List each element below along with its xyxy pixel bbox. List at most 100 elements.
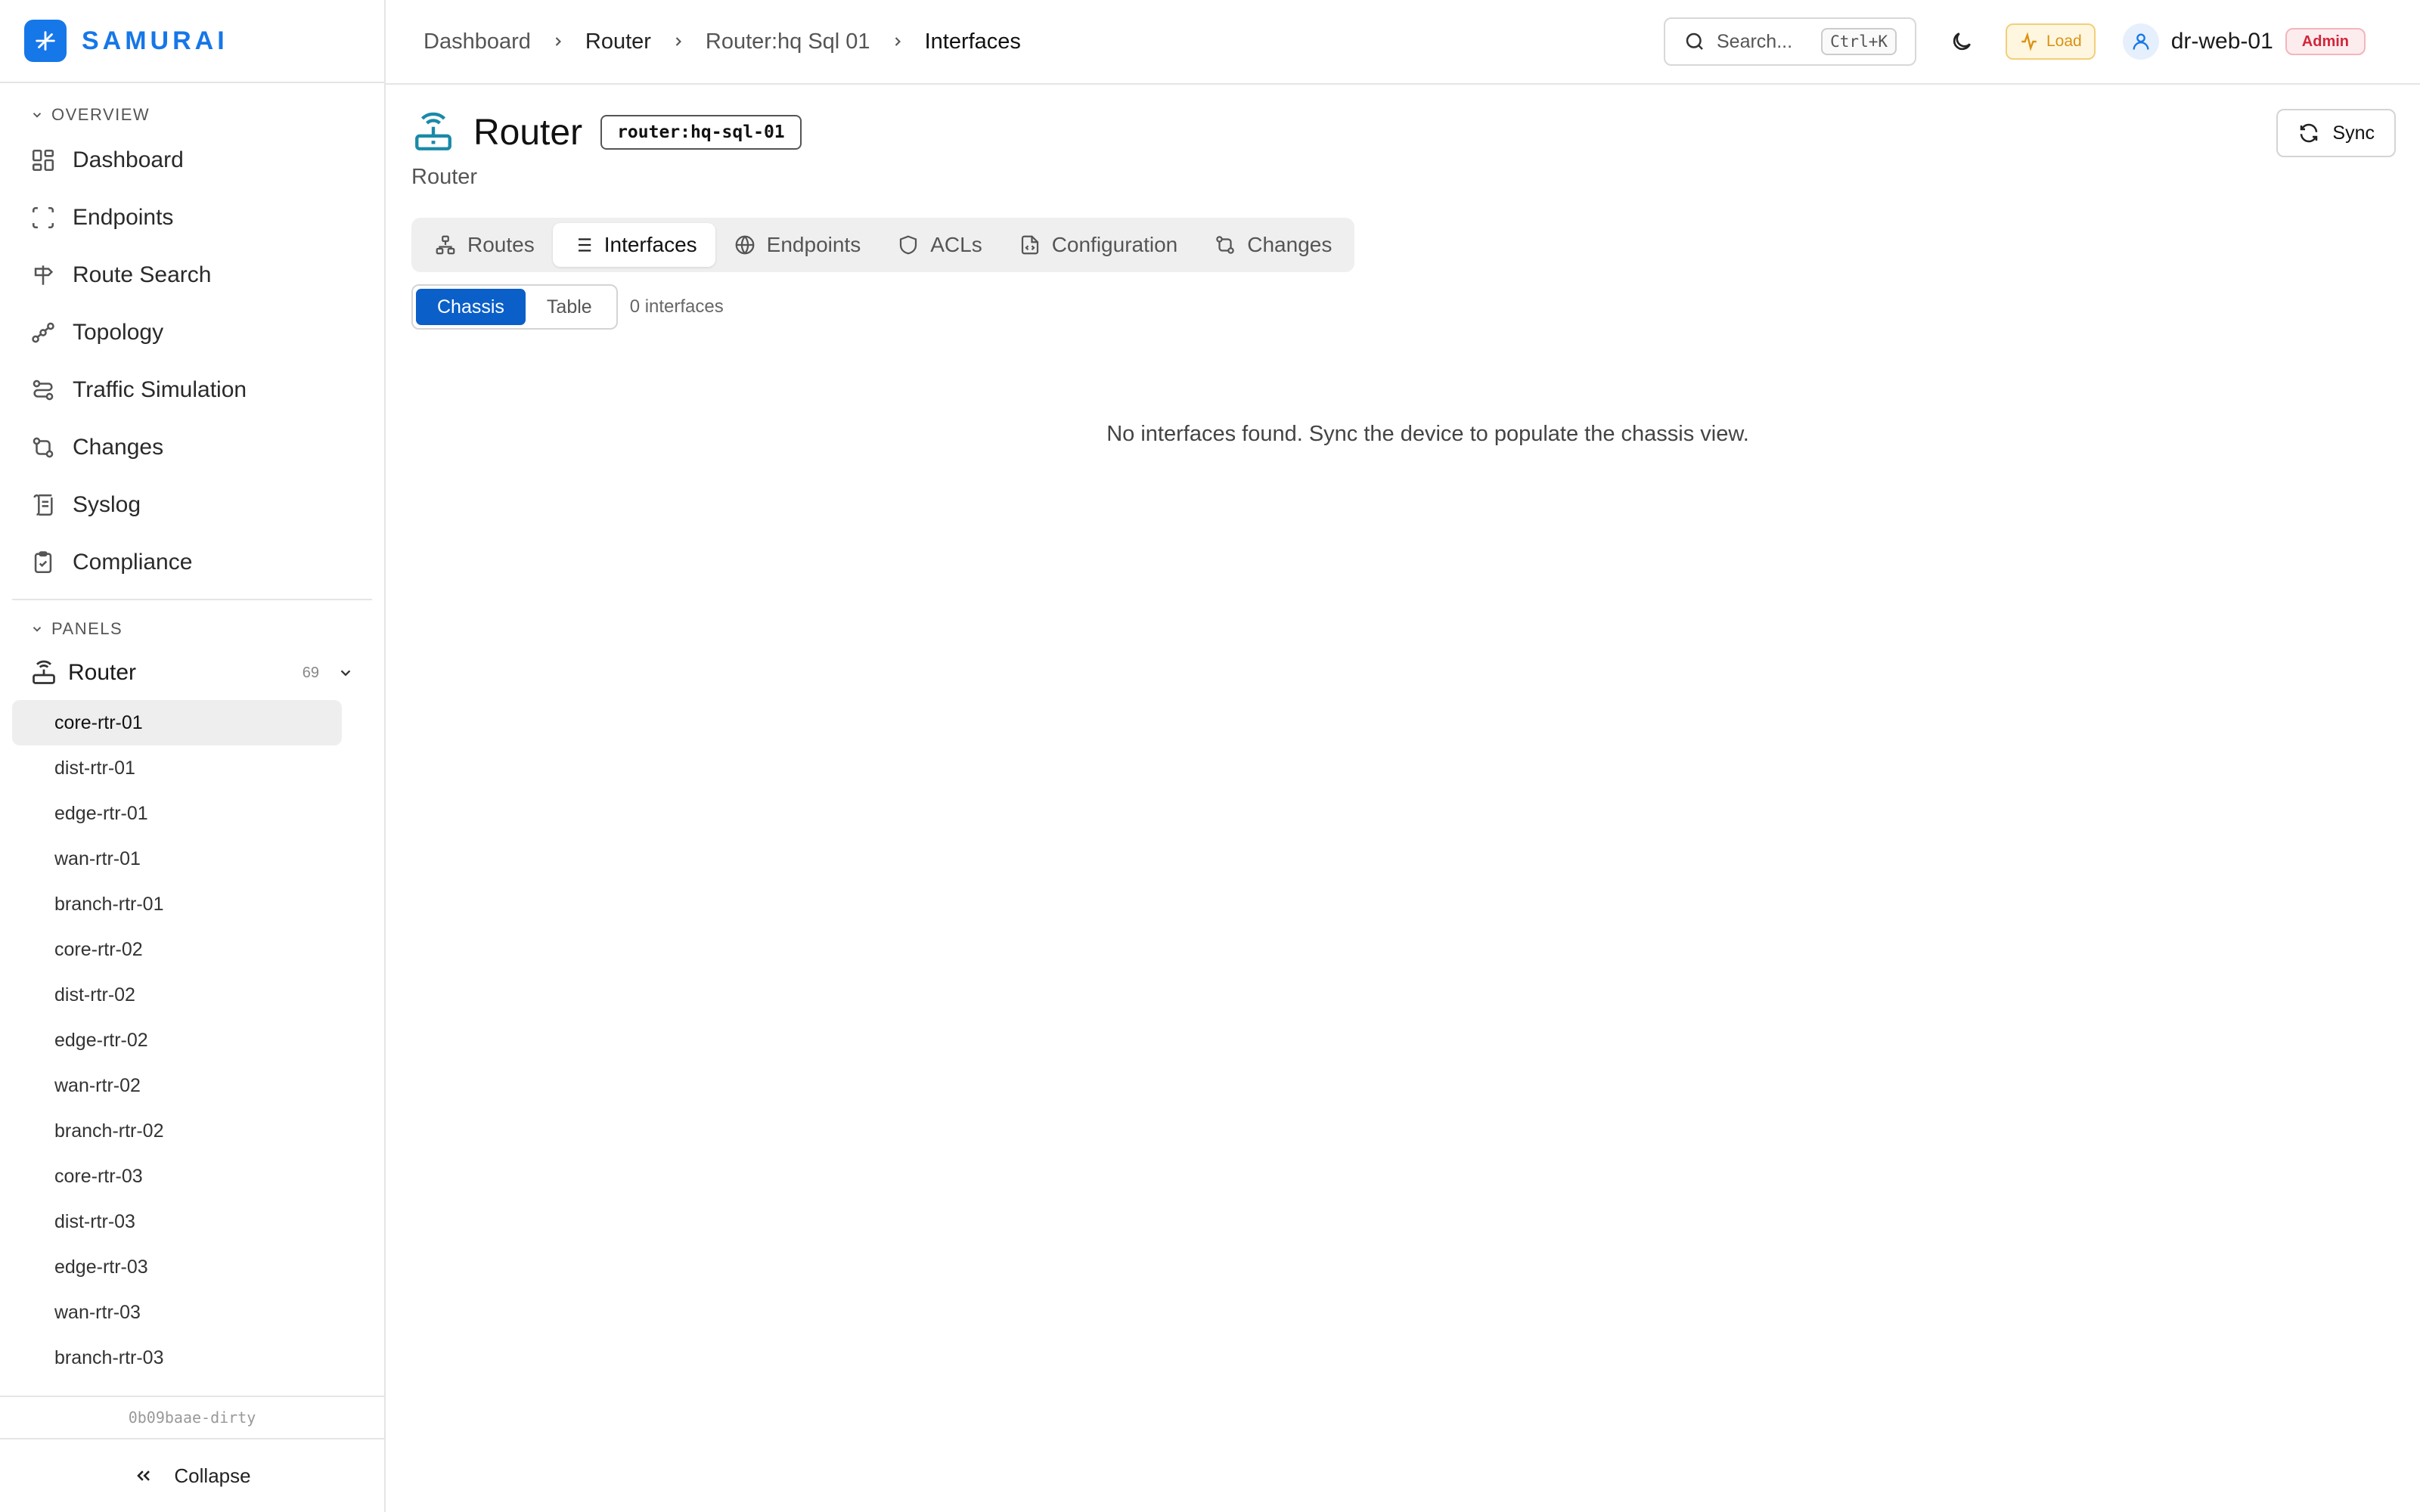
chevron-down-icon	[33, 113, 42, 118]
router-list-item[interactable]: branch-rtr-01	[12, 881, 342, 927]
chevron-right-icon	[551, 34, 566, 49]
scroll-icon	[33, 494, 53, 516]
file-code-icon	[1021, 235, 1038, 255]
router-list-item[interactable]: edge-rtr-03	[12, 1244, 342, 1290]
tab-label: ACLs	[930, 233, 982, 256]
panel-router-toggle[interactable]: Router 69	[0, 646, 384, 700]
tab-acls[interactable]: ACLs	[879, 223, 1000, 267]
chevron-right-icon	[890, 34, 905, 49]
sidebar-item-label: Traffic Simulation	[73, 377, 247, 402]
section-overview-label: OVERVIEW	[51, 105, 150, 124]
tab-changes[interactable]: Changes	[1196, 223, 1350, 267]
router-list-item[interactable]: edge-rtr-01	[12, 791, 342, 836]
sidebar-item-syslog[interactable]: Syslog	[0, 476, 384, 534]
brand-name: SAMURAI	[82, 26, 228, 55]
build-version: 0b09baae-dirty	[0, 1396, 384, 1438]
load-label: Load	[2046, 33, 2082, 50]
section-panels-label: PANELS	[51, 619, 123, 638]
tab-routes[interactable]: Routes	[416, 223, 553, 267]
username[interactable]: dr-web-01	[2171, 29, 2273, 54]
search-input[interactable]: Search... Ctrl+K	[1664, 17, 1916, 66]
list-icon	[573, 238, 591, 252]
router-list-item[interactable]: dist-rtr-03	[12, 1199, 342, 1244]
avatar[interactable]	[2122, 23, 2159, 60]
sync-button[interactable]: Sync	[2276, 109, 2396, 157]
panel-router-count: 69	[302, 664, 319, 681]
sidebar-item-traffic-simulation[interactable]: Traffic Simulation	[0, 361, 384, 419]
sidebar: SAMURAI OVERVIEW Dashboard Endpoints Rou…	[0, 0, 386, 1512]
view-toolbar: Chassis Table 0 interfaces	[411, 284, 724, 330]
breadcrumb-item-dashboard[interactable]: Dashboard	[424, 29, 531, 54]
empty-state-message: No interfaces found. Sync the device to …	[1106, 422, 1749, 446]
router-list-item[interactable]: core-rtr-01	[12, 700, 342, 745]
section-overview-toggle[interactable]: OVERVIEW	[0, 98, 384, 132]
role-badge: Admin	[2285, 28, 2366, 55]
sidebar-item-route-search[interactable]: Route Search	[0, 246, 384, 304]
router-list-item[interactable]: wan-rtr-02	[12, 1063, 342, 1108]
collapse-sidebar-button[interactable]: Collapse	[0, 1438, 384, 1512]
sidebar-item-label: Endpoints	[73, 205, 174, 230]
device-id-chip: router:hq-sql-01	[600, 115, 802, 150]
view-chassis-button[interactable]: Chassis	[416, 289, 526, 325]
sidebar-item-topology[interactable]: Topology	[0, 304, 384, 361]
page-subtitle: Router	[411, 165, 478, 189]
tab-interfaces[interactable]: Interfaces	[552, 223, 715, 267]
brand[interactable]: SAMURAI	[0, 0, 384, 83]
sync-label: Sync	[2332, 122, 2375, 144]
interface-count: 0 interfaces	[629, 296, 724, 317]
chevron-down-icon	[33, 627, 42, 632]
page-title: Router	[473, 112, 583, 153]
panel-router-label: Router	[68, 660, 137, 685]
router-list-item[interactable]: core-rtr-02	[12, 927, 342, 972]
sidebar-item-changes[interactable]: Changes	[0, 419, 384, 476]
top-header: Dashboard Router Router:hq Sql 01 Interf…	[386, 0, 2420, 85]
search-shortcut: Ctrl+K	[1821, 28, 1897, 55]
load-badge[interactable]: Load	[2006, 23, 2096, 60]
breadcrumb-item-router[interactable]: Router	[585, 29, 651, 54]
chevron-right-icon	[671, 34, 686, 49]
tab-configuration[interactable]: Configuration	[1001, 223, 1196, 267]
git-compare-icon	[1216, 236, 1234, 254]
chevrons-left-icon	[137, 1470, 150, 1481]
clipboard-check-icon	[34, 551, 52, 574]
device-tabs: Routes Interfaces Endpoints ACLs Configu…	[411, 218, 1355, 272]
route-icon	[436, 235, 455, 255]
router-list-item[interactable]: dist-rtr-01	[12, 745, 342, 791]
router-list-item[interactable]: dist-rtr-02	[12, 972, 342, 1018]
breadcrumb-item-current: Interfaces	[924, 29, 1021, 54]
router-list-item[interactable]: branch-rtr-02	[12, 1108, 342, 1154]
router-list-item[interactable]: core-rtr-03	[12, 1154, 342, 1199]
section-panels-toggle[interactable]: PANELS	[0, 612, 384, 646]
scan-icon	[32, 206, 54, 229]
search-icon	[1686, 33, 1703, 50]
tab-label: Configuration	[1051, 233, 1178, 256]
breadcrumb: Dashboard Router Router:hq Sql 01 Interf…	[424, 29, 1021, 54]
topology-icon	[32, 322, 54, 343]
refresh-icon	[2301, 123, 2318, 143]
router-list-item[interactable]: wan-rtr-01	[12, 836, 342, 881]
sidebar-item-endpoints[interactable]: Endpoints	[0, 189, 384, 246]
theme-toggle-button[interactable]	[1947, 26, 1977, 57]
user-icon	[2133, 33, 2149, 50]
tab-label: Interfaces	[603, 233, 697, 256]
tab-label: Routes	[467, 233, 535, 256]
router-list: core-rtr-01 dist-rtr-01 edge-rtr-01 wan-…	[0, 700, 384, 1380]
sidebar-item-dashboard[interactable]: Dashboard	[0, 132, 384, 189]
router-list-item[interactable]: wan-rtr-03	[12, 1290, 342, 1335]
page-header: Router router:hq-sql-01	[411, 110, 802, 154]
sidebar-item-label: Dashboard	[73, 147, 184, 172]
router-list-item[interactable]: branch-rtr-03	[12, 1335, 342, 1380]
moon-icon	[1953, 33, 1971, 51]
collapse-label: Collapse	[174, 1464, 251, 1487]
view-mode-toggle: Chassis Table	[411, 284, 618, 330]
router-icon	[33, 660, 55, 684]
breadcrumb-item-device[interactable]: Router:hq Sql 01	[706, 29, 870, 54]
activity-icon	[2021, 32, 2037, 51]
brand-logo-icon	[24, 20, 67, 62]
sidebar-item-compliance[interactable]: Compliance	[0, 534, 384, 591]
router-list-item[interactable]: edge-rtr-02	[12, 1018, 342, 1063]
git-compare-icon	[33, 437, 54, 458]
header-actions: Search... Ctrl+K Load dr-web-01 Admin	[1664, 17, 2366, 66]
tab-endpoints[interactable]: Endpoints	[715, 223, 880, 267]
view-table-button[interactable]: Table	[526, 289, 613, 325]
